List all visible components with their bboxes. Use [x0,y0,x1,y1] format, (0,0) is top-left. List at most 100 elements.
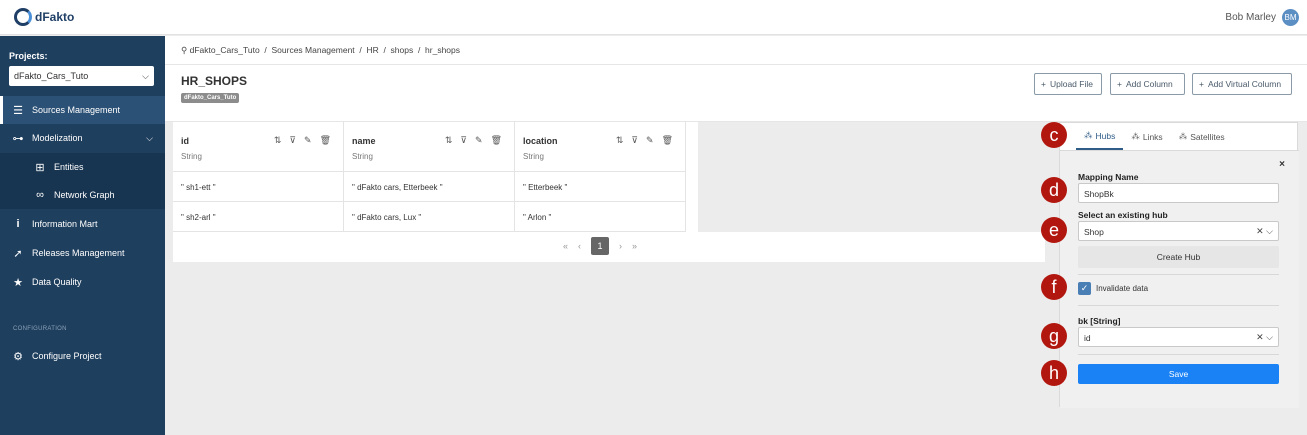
add-column-button[interactable]: + Add Column [1110,73,1185,95]
top-bar: dFakto Bob Marley BM [0,0,1307,35]
bk-select[interactable]: id ✕ ⌵ [1078,327,1279,347]
chevron-down-icon: ⌵ [142,71,149,81]
tab-label: Links [1142,131,1163,142]
plus-icon: + [1199,79,1204,89]
sort-icon[interactable]: ⇅ [616,135,624,146]
hierarchy-icon: ⊶ [12,132,24,145]
annotation-marker-d: d [1041,177,1067,203]
sidebar-item-label: Network Graph [54,190,115,200]
sidebar-item-data-quality[interactable]: ★ Data Quality [0,268,165,296]
mapping-tabs: ⁂ Hubs ⁂ Links ⁂ Satellites [1060,123,1299,150]
sidebar: Projects: dFakto_Cars_Tuto ⌵ ☰ Sources M… [0,36,165,435]
trash-icon[interactable]: 🗑 [491,135,502,146]
column-type: String [523,152,544,161]
create-hub-button[interactable]: Create Hub [1078,246,1279,268]
edit-icon[interactable]: ✎ [304,135,312,146]
filter-icon[interactable]: ⊽ [631,135,638,146]
column-actions: ⇅ ⊽ ✎ 🗑 [274,135,331,146]
annotation-marker-c: c [1041,122,1067,148]
sidebar-item-label: Modelization [32,133,83,143]
data-grid: id String ⇅ ⊽ ✎ 🗑 " sh1-ett " " sh2-arl … [173,122,698,232]
tab-label: Hubs [1095,130,1116,141]
sidebar-item-configure-project[interactable]: ⚙ Configure Project [0,342,165,370]
edit-icon[interactable]: ✎ [475,135,483,146]
trash-icon[interactable]: 🗑 [662,135,673,146]
plus-icon: + [1117,79,1122,89]
logo-icon [14,8,32,26]
invalidate-data-label: Invalidate data [1096,284,1149,293]
sort-icon[interactable]: ⇅ [274,135,282,146]
page-header: HR_SHOPS dFakto_Cars_Tuto + Upload File … [165,65,1307,122]
sidebar-item-entities[interactable]: ⊞ Entities [0,153,165,181]
upload-file-button[interactable]: + Upload File [1034,73,1102,95]
column-location: location String ⇅ ⊽ ✎ 🗑 " Etterbeek " " … [515,122,686,232]
tab-satellites[interactable]: ⁂ Satellites [1171,123,1233,150]
prev-page-button[interactable]: ‹ [578,241,581,251]
logo-text: dFakto [35,10,75,24]
upload-file-label: Upload File [1049,79,1093,89]
app-logo[interactable]: dFakto [14,8,74,26]
config-heading: CONFIGURATION [13,326,67,332]
plus-icon: + [1041,79,1046,89]
save-button[interactable]: Save [1078,364,1279,384]
next-page-button[interactable]: › [619,241,622,251]
edit-icon[interactable]: ✎ [646,135,654,146]
sitemap-icon: ⊞ [35,161,45,174]
tab-links[interactable]: ⁂ Links [1123,123,1170,150]
clear-chevron-icon[interactable]: ✕ ⌵ [1256,226,1273,237]
trash-icon[interactable]: 🗑 [320,135,331,146]
column-header[interactable]: location String ⇅ ⊽ ✎ 🗑 [515,122,685,172]
breadcrumb: ⚲ dFakto_Cars_Tuto / Sources Management … [165,36,1307,65]
last-page-button[interactable]: » [632,241,637,251]
divider [1078,274,1279,275]
column-name-col: name String ⇅ ⊽ ✎ 🗑 " dFakto cars, Etter… [344,122,515,232]
column-header[interactable]: name String ⇅ ⊽ ✎ 🗑 [344,122,514,172]
first-page-button[interactable]: « [563,241,568,251]
sidebar-item-network-graph[interactable]: ∞ Network Graph [0,181,165,209]
sidebar-item-sources-management[interactable]: ☰ Sources Management [0,96,165,124]
user-menu[interactable]: Bob Marley BM [1225,9,1299,26]
annotation-marker-e: e [1041,217,1067,243]
hub-icon: ⁂ [1084,130,1093,140]
bk-label: bk [String] [1078,316,1121,326]
sort-icon[interactable]: ⇅ [445,135,453,146]
hub-select[interactable]: Shop ✕ ⌵ [1078,221,1279,241]
add-virtual-column-label: Add Virtual Column [1207,79,1282,89]
breadcrumb-text[interactable]: dFakto_Cars_Tuto / Sources Management / … [190,45,460,55]
divider [1078,305,1279,306]
mapping-name-input[interactable]: ShopBk [1078,183,1279,203]
add-virtual-column-button[interactable]: + Add Virtual Column [1192,73,1292,95]
close-icon[interactable]: × [1279,159,1285,170]
table-cell: " sh2-arl " [173,202,343,232]
hub-form: × Mapping Name ShopBk Select an existing… [1060,150,1299,408]
sidebar-item-label: Sources Management [32,105,121,115]
column-type: String [181,152,202,161]
clear-chevron-icon[interactable]: ✕ ⌵ [1256,332,1273,343]
sidebar-item-label: Releases Management [32,248,125,258]
table-cell: " dFakto cars, Lux " [344,202,514,232]
sidebar-item-releases-management[interactable]: ➚ Releases Management [0,239,165,267]
annotation-marker-g: g [1041,323,1067,349]
page-title: HR_SHOPS [181,74,248,88]
filter-icon[interactable]: ⊽ [460,135,467,146]
column-header[interactable]: id String ⇅ ⊽ ✎ 🗑 [173,122,343,172]
binoculars-icon: ∞ [36,189,44,201]
table-cell: " dFakto cars, Etterbeek " [344,172,514,202]
table-cell: " Etterbeek " [515,172,685,202]
project-select[interactable]: dFakto_Cars_Tuto ⌵ [9,66,154,86]
invalidate-data-checkbox[interactable]: ✓ [1078,282,1091,295]
filter-icon[interactable]: ⊽ [289,135,296,146]
page-number[interactable]: 1 [591,237,610,255]
user-name: Bob Marley [1225,12,1276,23]
sidebar-item-label: Entities [54,162,84,172]
column-actions: ⇅ ⊽ ✎ 🗑 [445,135,502,146]
pagination-bar: « ‹ 1 › » [173,232,1045,262]
sidebar-item-information-mart[interactable]: i Information Mart [0,210,165,238]
annotation-marker-h: h [1041,360,1067,386]
pagination: « ‹ 1 › » [563,237,637,255]
tab-hubs[interactable]: ⁂ Hubs [1076,123,1124,150]
satellite-icon: ⁂ [1178,131,1188,141]
add-column-label: Add Column [1125,79,1173,89]
sidebar-item-label: Information Mart [32,219,98,229]
sidebar-item-modelization[interactable]: ⊶ Modelization ⌵ [0,124,165,152]
